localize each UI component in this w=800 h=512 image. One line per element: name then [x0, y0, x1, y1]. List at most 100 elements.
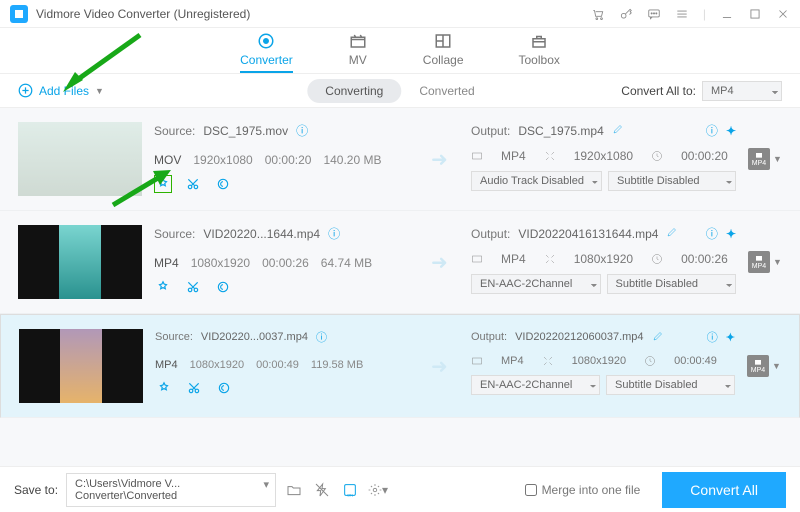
chevron-down-icon: ▼	[773, 154, 782, 164]
edit-icon[interactable]	[155, 379, 173, 397]
tab-toolbox[interactable]: Toolbox	[519, 32, 560, 73]
close-icon[interactable]	[776, 7, 790, 21]
title-bar: Vidmore Video Converter (Unregistered) |	[0, 0, 800, 28]
add-files-button[interactable]: Add Files ▼	[18, 83, 104, 98]
cut-icon[interactable]	[184, 278, 202, 296]
settings-icon[interactable]: ▾	[368, 480, 388, 500]
duration-text: 00:00:26	[262, 256, 309, 270]
thumbnail[interactable]	[18, 122, 142, 196]
out-format: MP4	[501, 355, 524, 367]
tab-toolbox-label: Toolbox	[519, 53, 560, 67]
save-path-select[interactable]: C:\Users\Vidmore V... Converter\Converte…	[66, 473, 276, 507]
format-text: MOV	[154, 153, 181, 167]
convert-all-button[interactable]: Convert All	[662, 472, 786, 508]
arrow-icon: ➜	[431, 147, 459, 172]
tab-converter[interactable]: Converter	[240, 32, 293, 73]
output-format-button[interactable]: MP4 ▼	[748, 148, 782, 170]
merge-checkbox-input[interactable]	[525, 484, 537, 496]
arrow-icon: ➜	[431, 250, 459, 275]
duration-text: 00:00:49	[256, 359, 299, 371]
compress-icon[interactable]: ✦	[726, 124, 736, 138]
out-format: MP4	[501, 252, 526, 266]
subtitle-select[interactable]: Subtitle Disabled	[607, 274, 737, 294]
convert-all-format-select[interactable]: MP4	[702, 81, 782, 101]
source-label: Source:	[155, 331, 193, 343]
seg-converting[interactable]: Converting	[307, 79, 401, 103]
out-duration: 00:00:20	[681, 149, 728, 163]
info-icon[interactable]: ⓘ	[706, 225, 718, 242]
add-files-label: Add Files	[39, 84, 89, 98]
info-icon[interactable]: ⓘ	[296, 122, 308, 139]
seg-converted[interactable]: Converted	[401, 79, 492, 103]
subtitle-select[interactable]: Subtitle Disabled	[606, 375, 735, 395]
arrow-icon: ➜	[431, 354, 459, 379]
info-icon[interactable]: ⓘ	[706, 122, 718, 139]
source-label: Source:	[154, 124, 195, 138]
audio-track-select[interactable]: EN-AAC-2Channel	[471, 375, 600, 395]
convert-all-label: Convert All to:	[621, 84, 696, 98]
tab-mv[interactable]: MV	[348, 32, 368, 73]
merge-checkbox[interactable]: Merge into one file	[525, 483, 641, 497]
out-format: MP4	[501, 149, 526, 163]
save-to-label: Save to:	[14, 483, 58, 497]
format-text: MP4	[155, 359, 178, 371]
minimize-icon[interactable]	[720, 7, 734, 21]
list-item[interactable]: Source:VID20220...1644.mp4ⓘ MP41080x1920…	[0, 211, 800, 314]
cart-icon[interactable]	[591, 7, 605, 21]
format-badge: MP4	[752, 263, 766, 270]
list-item[interactable]: Source:DSC_1975.movⓘ MOV1920x108000:00:2…	[0, 108, 800, 211]
format-badge: MP4	[751, 367, 765, 374]
compress-icon[interactable]: ✦	[726, 227, 736, 241]
app-logo	[10, 5, 28, 23]
info-icon[interactable]: ⓘ	[328, 225, 340, 242]
svg-text:ON: ON	[347, 492, 353, 497]
feedback-icon[interactable]	[647, 7, 661, 21]
edit-icon[interactable]	[154, 175, 172, 193]
thumbnail[interactable]	[19, 329, 143, 403]
tab-collage[interactable]: Collage	[423, 32, 464, 73]
enhance-icon[interactable]	[214, 175, 232, 193]
out-duration: 00:00:26	[681, 252, 728, 266]
enhance-icon[interactable]	[215, 379, 233, 397]
tab-converter-label: Converter	[240, 53, 293, 67]
out-resolution: 1080x1920	[572, 355, 626, 367]
audio-track-select[interactable]: Audio Track Disabled	[471, 171, 602, 191]
chevron-down-icon: ▼	[772, 361, 781, 371]
output-format-button[interactable]: MP4▼	[748, 251, 782, 273]
list-item[interactable]: Source: VID20220...0037.mp4 ⓘ MP4 1080x1920…	[0, 314, 800, 418]
open-folder-icon[interactable]	[284, 480, 304, 500]
format-text: MP4	[154, 256, 179, 270]
rename-icon[interactable]	[612, 123, 624, 138]
info-icon[interactable]: ⓘ	[316, 329, 327, 345]
output-filename: DSC_1975.mp4	[518, 124, 603, 138]
menu-icon[interactable]	[675, 7, 689, 21]
source-filename: VID20220...0037.mp4	[201, 331, 308, 343]
audio-track-select[interactable]: EN-AAC-2Channel	[471, 274, 601, 294]
high-speed-icon[interactable]: ON	[340, 480, 360, 500]
source-filename: VID20220...1644.mp4	[203, 227, 320, 241]
rename-icon[interactable]	[666, 226, 678, 241]
compress-icon[interactable]: ✦	[726, 331, 735, 344]
thumbnail[interactable]	[18, 225, 142, 299]
status-segment: Converting Converted	[307, 79, 492, 103]
chevron-down-icon: ▼	[95, 86, 104, 96]
rename-icon[interactable]	[652, 330, 664, 345]
cut-icon[interactable]	[185, 379, 203, 397]
cut-icon[interactable]	[184, 175, 202, 193]
maximize-icon[interactable]	[748, 7, 762, 21]
toolbar: Add Files ▼ Converting Converted Convert…	[0, 74, 800, 108]
info-icon[interactable]: ⓘ	[707, 329, 718, 345]
subtitle-select[interactable]: Subtitle Disabled	[608, 171, 736, 191]
out-resolution: 1920x1080	[574, 149, 633, 163]
output-format-button[interactable]: MP4 ▼	[747, 355, 781, 377]
out-duration: 00:00:49	[674, 355, 717, 367]
format-badge: MP4	[752, 160, 766, 167]
enhance-icon[interactable]	[214, 278, 232, 296]
hw-accel-off-icon[interactable]	[312, 480, 332, 500]
resolution-text: 1920x1080	[193, 153, 252, 167]
edit-icon[interactable]	[154, 278, 172, 296]
key-icon[interactable]	[619, 7, 633, 21]
footer: Save to: C:\Users\Vidmore V... Converter…	[0, 466, 800, 512]
duration-text: 00:00:20	[265, 153, 312, 167]
window-title: Vidmore Video Converter (Unregistered)	[36, 7, 591, 21]
